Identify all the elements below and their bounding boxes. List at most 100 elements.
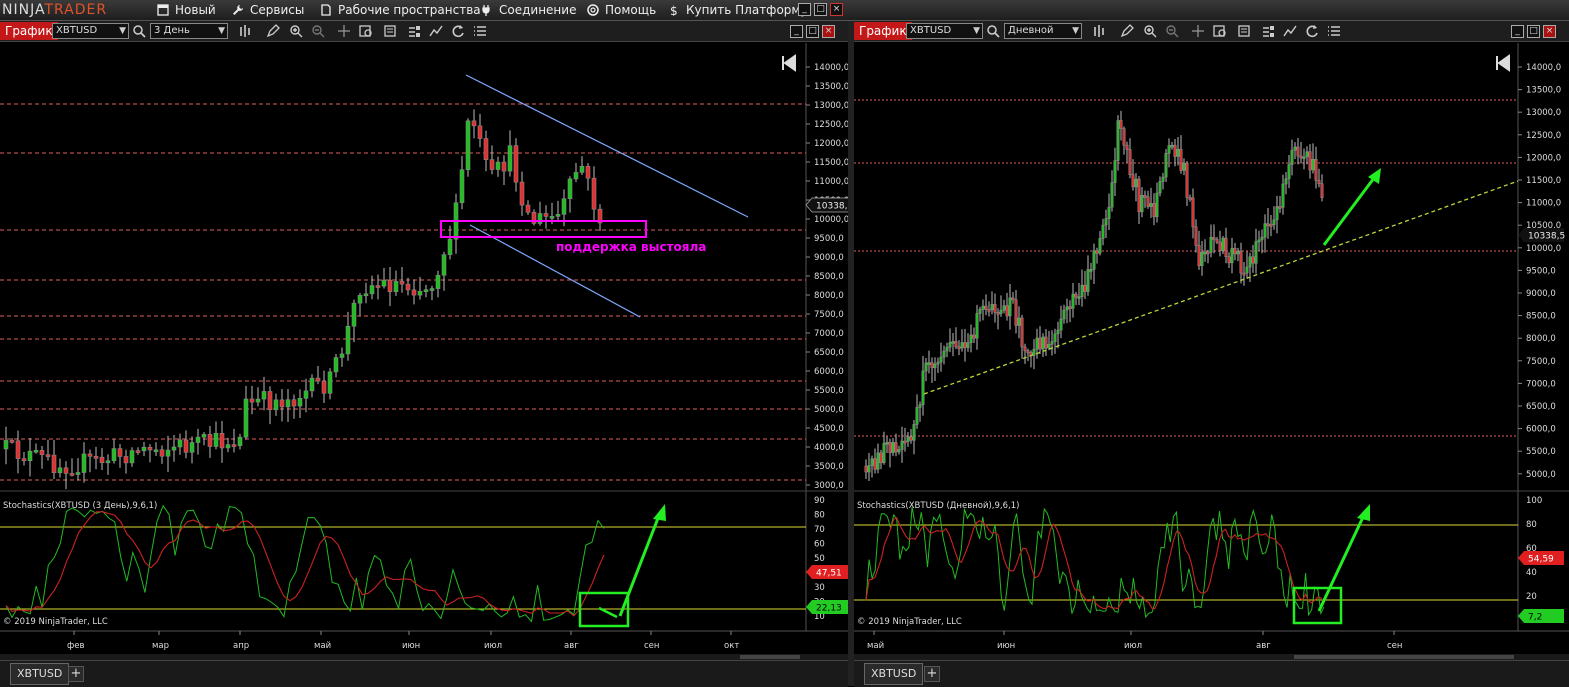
right-candle-body	[1218, 241, 1222, 251]
right-candle-body	[1212, 236, 1216, 240]
left-candle-body	[117, 448, 123, 457]
left-candle-body	[363, 293, 369, 297]
right-y-tick-label: 13500,0	[1526, 86, 1561, 96]
right-candle-body	[870, 458, 874, 466]
menu-buy-label: Купить Платформу	[686, 3, 808, 17]
left-candle-body	[441, 254, 447, 276]
svg-text:$: $	[670, 4, 678, 16]
left-candle-body	[285, 399, 291, 408]
right-candle-body	[1239, 250, 1243, 274]
jump-to-end-icon	[1496, 54, 1510, 72]
left-channel-lower-line	[469, 224, 641, 318]
right-candle-body	[927, 362, 931, 365]
left-candle-body	[567, 178, 573, 200]
menu-new[interactable]: Новый	[157, 0, 216, 20]
right-candle-body	[1263, 223, 1267, 238]
dollar-icon: $	[670, 4, 678, 16]
left-candle-body	[195, 436, 201, 443]
left-x-tick-label: окт	[724, 641, 739, 651]
right-candle-body	[969, 334, 973, 343]
right-y-tick-label: 7500,0	[1526, 357, 1556, 367]
right-candle-body	[984, 305, 988, 310]
left-price-chart[interactable]: 14000,0 13500,0 13000,0 12500,0 12000,0 11500…	[0, 21, 848, 660]
right-stoch-y-label: 20	[1526, 592, 1537, 602]
right-candle-body	[1308, 151, 1312, 171]
close-button[interactable]: ×	[830, 3, 843, 16]
left-candle-body	[249, 398, 255, 403]
right-candle-body	[1179, 148, 1183, 171]
left-candle-body	[501, 161, 507, 172]
left-candle-body	[573, 172, 579, 180]
right-y-tick-label: 7000,0	[1526, 379, 1556, 389]
left-candle-body	[477, 125, 483, 139]
left-candle-body	[201, 434, 207, 438]
right-candle-body	[1152, 203, 1156, 218]
left-candle-body	[69, 473, 75, 476]
right-y-tick-label: 6000,0	[1526, 425, 1556, 435]
right-candle-body	[1065, 306, 1069, 311]
right-candle-body	[957, 346, 961, 350]
left-candle-body	[255, 398, 261, 403]
right-candle-body	[1236, 250, 1240, 255]
right-chart-panel: График XBTUSD ▼ Дневной ▼ _ □ × 14000,0 135…	[854, 21, 1569, 660]
left-instrument-tab[interactable]: XBTUSD	[10, 663, 70, 685]
left-candle-body	[51, 454, 57, 474]
left-y-tick-label: 5500,0	[814, 386, 844, 396]
left-candle-body	[495, 161, 501, 170]
left-bottom-bar: XBTUSD +	[0, 660, 848, 687]
menu-connection[interactable]: Соединение	[481, 0, 576, 20]
right-candle-body	[1146, 196, 1150, 207]
maximize-button[interactable]: □	[814, 3, 827, 16]
right-candle-body	[903, 440, 907, 444]
right-candle-body	[1200, 252, 1204, 267]
minimize-button[interactable]: _	[798, 3, 811, 16]
menu-buy[interactable]: $ Купить Платформу	[668, 0, 808, 20]
left-y-tick-label: 11500,0	[814, 158, 848, 168]
right-y-tick-label: 10000,0	[1526, 244, 1561, 254]
right-candle-body	[1125, 144, 1129, 150]
right-candle-body	[1227, 256, 1231, 264]
left-last-price-label: 10338,5	[816, 202, 848, 212]
right-y-tick-label: 11500,0	[1526, 176, 1561, 186]
left-add-tab-button[interactable]: +	[68, 666, 84, 682]
right-candle-body	[1284, 178, 1288, 185]
left-candle-body	[471, 120, 477, 127]
menu-workspaces[interactable]: Рабочие пространства	[320, 0, 481, 20]
left-y-tick-label: 4000,0	[814, 443, 844, 453]
left-x-tick-label: фев	[67, 641, 85, 651]
left-candle-body	[483, 138, 489, 161]
left-candle-body	[135, 450, 141, 453]
left-candle-body	[435, 274, 441, 289]
right-x-tick-label: июн	[997, 641, 1015, 651]
right-candle-body	[936, 361, 940, 365]
right-candle-body	[1050, 341, 1054, 345]
right-candle-body	[1002, 305, 1006, 311]
right-stoch-arrow-head	[1357, 504, 1370, 521]
right-candle-body	[1044, 336, 1048, 349]
menu-help[interactable]: Помощь	[587, 0, 656, 20]
menu-new-label: Новый	[175, 3, 216, 17]
right-instrument-tab[interactable]: XBTUSD	[864, 663, 924, 685]
left-x-tick-label: июл	[484, 641, 502, 651]
left-candle-body	[591, 177, 597, 210]
right-price-chart[interactable]: 14000,0 13500,0 13000,0 12500,0 12000,0 11500…	[854, 21, 1569, 660]
left-y-tick-label: 8000,0	[814, 291, 844, 301]
left-candle-body	[423, 289, 429, 292]
right-stoch-k-value: 7,2	[1528, 613, 1542, 623]
left-candle-body	[309, 377, 315, 392]
right-add-tab-button[interactable]: +	[924, 666, 940, 682]
right-y-tick-label: 6500,0	[1526, 402, 1556, 412]
left-candle-body	[369, 285, 375, 295]
right-candle-body	[1260, 236, 1264, 241]
right-candle-body	[1305, 151, 1309, 158]
menu-services[interactable]: Сервисы	[232, 0, 304, 20]
right-candle-body	[921, 370, 925, 406]
right-candle-body	[942, 350, 946, 358]
left-candle-body	[525, 204, 531, 213]
left-candle-body	[333, 357, 339, 373]
right-candle-body	[993, 304, 997, 313]
left-stoch-y-label: 30	[814, 583, 825, 593]
left-candle-body	[555, 214, 561, 217]
left-candle-body	[465, 120, 471, 171]
right-y-tick-label: 11000,0	[1526, 199, 1561, 209]
